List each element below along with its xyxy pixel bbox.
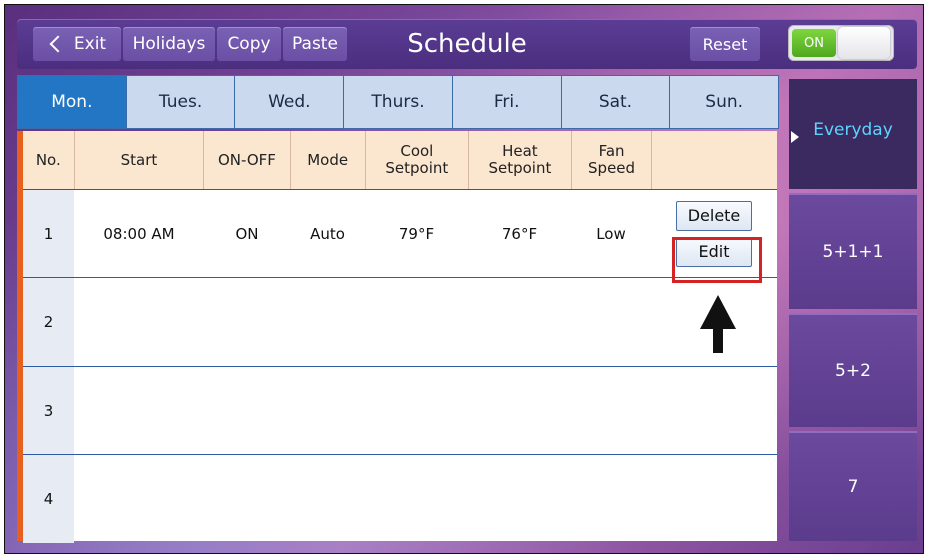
row-onoff bbox=[204, 278, 290, 366]
day-tabs: Mon. Tues. Wed. Thurs. Fri. Sat. Sun. bbox=[17, 75, 779, 129]
arrow-head bbox=[700, 295, 736, 329]
row-mode bbox=[290, 367, 365, 454]
row-start: 08:00 AM bbox=[103, 224, 175, 243]
row-start bbox=[74, 367, 204, 454]
tab-tues[interactable]: Tues. bbox=[125, 76, 235, 128]
page-title: Schedule bbox=[407, 29, 527, 59]
header-onoff: ON-OFF bbox=[203, 131, 289, 189]
thermostat-screen: Exit Holidays Copy Paste Schedule Reset … bbox=[4, 4, 924, 554]
tab-sat[interactable]: Sat. bbox=[560, 76, 670, 128]
row-start bbox=[74, 278, 204, 366]
tab-fri[interactable]: Fri. bbox=[451, 76, 561, 128]
row-mode bbox=[290, 455, 365, 543]
row-onoff bbox=[204, 455, 290, 543]
header-cool-setpoint: Cool Setpoint bbox=[364, 131, 468, 189]
header-mode: Mode bbox=[289, 131, 365, 189]
tab-thurs[interactable]: Thurs. bbox=[343, 76, 452, 128]
copy-button[interactable]: Copy bbox=[217, 27, 281, 61]
top-bar: Exit Holidays Copy Paste Schedule Reset … bbox=[17, 19, 917, 69]
row-cool-setpoint bbox=[365, 278, 468, 366]
tab-wed[interactable]: Wed. bbox=[234, 76, 343, 128]
row-fan-speed bbox=[571, 367, 651, 454]
toggle-knob[interactable] bbox=[838, 27, 890, 59]
tab-sun[interactable]: Sun. bbox=[669, 76, 778, 128]
header-start: Start bbox=[73, 131, 204, 189]
row-fan-speed bbox=[571, 278, 651, 366]
row-actions bbox=[651, 455, 777, 543]
table-row[interactable]: 2 bbox=[23, 278, 777, 367]
row-actions bbox=[651, 367, 777, 454]
mode-5-2[interactable]: 5+2 bbox=[789, 313, 917, 427]
header-fan-speed: Fan Speed bbox=[570, 131, 651, 189]
mode-5-1-1[interactable]: 5+1+1 bbox=[789, 193, 917, 309]
arrow-up-icon bbox=[700, 295, 736, 355]
tab-mon[interactable]: Mon. bbox=[18, 76, 126, 128]
reset-label: Reset bbox=[702, 34, 748, 54]
row-cool-setpoint bbox=[365, 455, 468, 543]
row-fan-speed bbox=[571, 455, 651, 543]
table-row[interactable]: 3 bbox=[23, 367, 777, 455]
table-header: No. Start ON-OFF Mode Cool Setpoint Heat… bbox=[23, 131, 777, 190]
row-no: 1 bbox=[23, 190, 74, 277]
table-row[interactable]: 4 bbox=[23, 455, 777, 543]
schedule-mode-sidebar: Everyday 5+1+1 5+2 7 bbox=[789, 79, 917, 541]
mode-label: 5+1+1 bbox=[822, 242, 884, 262]
header-no: No. bbox=[35, 150, 61, 169]
paste-button[interactable]: Paste bbox=[283, 27, 347, 61]
row-onoff: ON bbox=[235, 224, 259, 243]
reset-button[interactable]: Reset bbox=[690, 27, 760, 61]
mode-label: Everyday bbox=[813, 120, 893, 140]
mode-7[interactable]: 7 bbox=[789, 431, 917, 541]
paste-label: Paste bbox=[292, 34, 338, 54]
exit-label: Exit bbox=[73, 34, 107, 54]
row-mode bbox=[290, 278, 365, 366]
row-no: 3 bbox=[23, 367, 74, 454]
row-fan-speed: Low bbox=[596, 224, 626, 243]
toggle-on-label: ON bbox=[792, 29, 836, 57]
arrow-shaft bbox=[713, 329, 723, 353]
delete-button[interactable]: Delete bbox=[676, 200, 752, 231]
holidays-label: Holidays bbox=[132, 34, 206, 54]
edit-highlight-box bbox=[672, 237, 762, 283]
header-heat-setpoint: Heat Setpoint bbox=[467, 131, 571, 189]
exit-button[interactable]: Exit bbox=[33, 27, 121, 61]
mode-label: 7 bbox=[847, 477, 859, 497]
row-onoff bbox=[204, 367, 290, 454]
holidays-button[interactable]: Holidays bbox=[123, 27, 215, 61]
row-start bbox=[74, 455, 204, 543]
row-cool-setpoint bbox=[365, 367, 468, 454]
header-actions bbox=[651, 131, 777, 189]
power-toggle[interactable]: ON bbox=[788, 25, 894, 61]
row-cool-setpoint: 79°F bbox=[398, 224, 435, 243]
row-no: 2 bbox=[23, 278, 74, 366]
row-heat-setpoint bbox=[468, 367, 571, 454]
row-heat-setpoint: 76°F bbox=[501, 224, 538, 243]
selected-indicator-icon bbox=[791, 131, 799, 143]
row-heat-setpoint bbox=[468, 455, 571, 543]
row-no: 4 bbox=[23, 455, 74, 543]
copy-label: Copy bbox=[227, 34, 271, 54]
schedule-table: No. Start ON-OFF Mode Cool Setpoint Heat… bbox=[17, 131, 777, 543]
table-row[interactable]: 1 08:00 AM ON Auto 79°F 76°F Low Delete … bbox=[23, 190, 777, 278]
row-heat-setpoint bbox=[468, 278, 571, 366]
mode-everyday[interactable]: Everyday bbox=[789, 79, 917, 189]
chevron-left-icon bbox=[49, 35, 67, 53]
mode-label: 5+2 bbox=[835, 361, 871, 381]
row-mode: Auto bbox=[310, 224, 345, 243]
